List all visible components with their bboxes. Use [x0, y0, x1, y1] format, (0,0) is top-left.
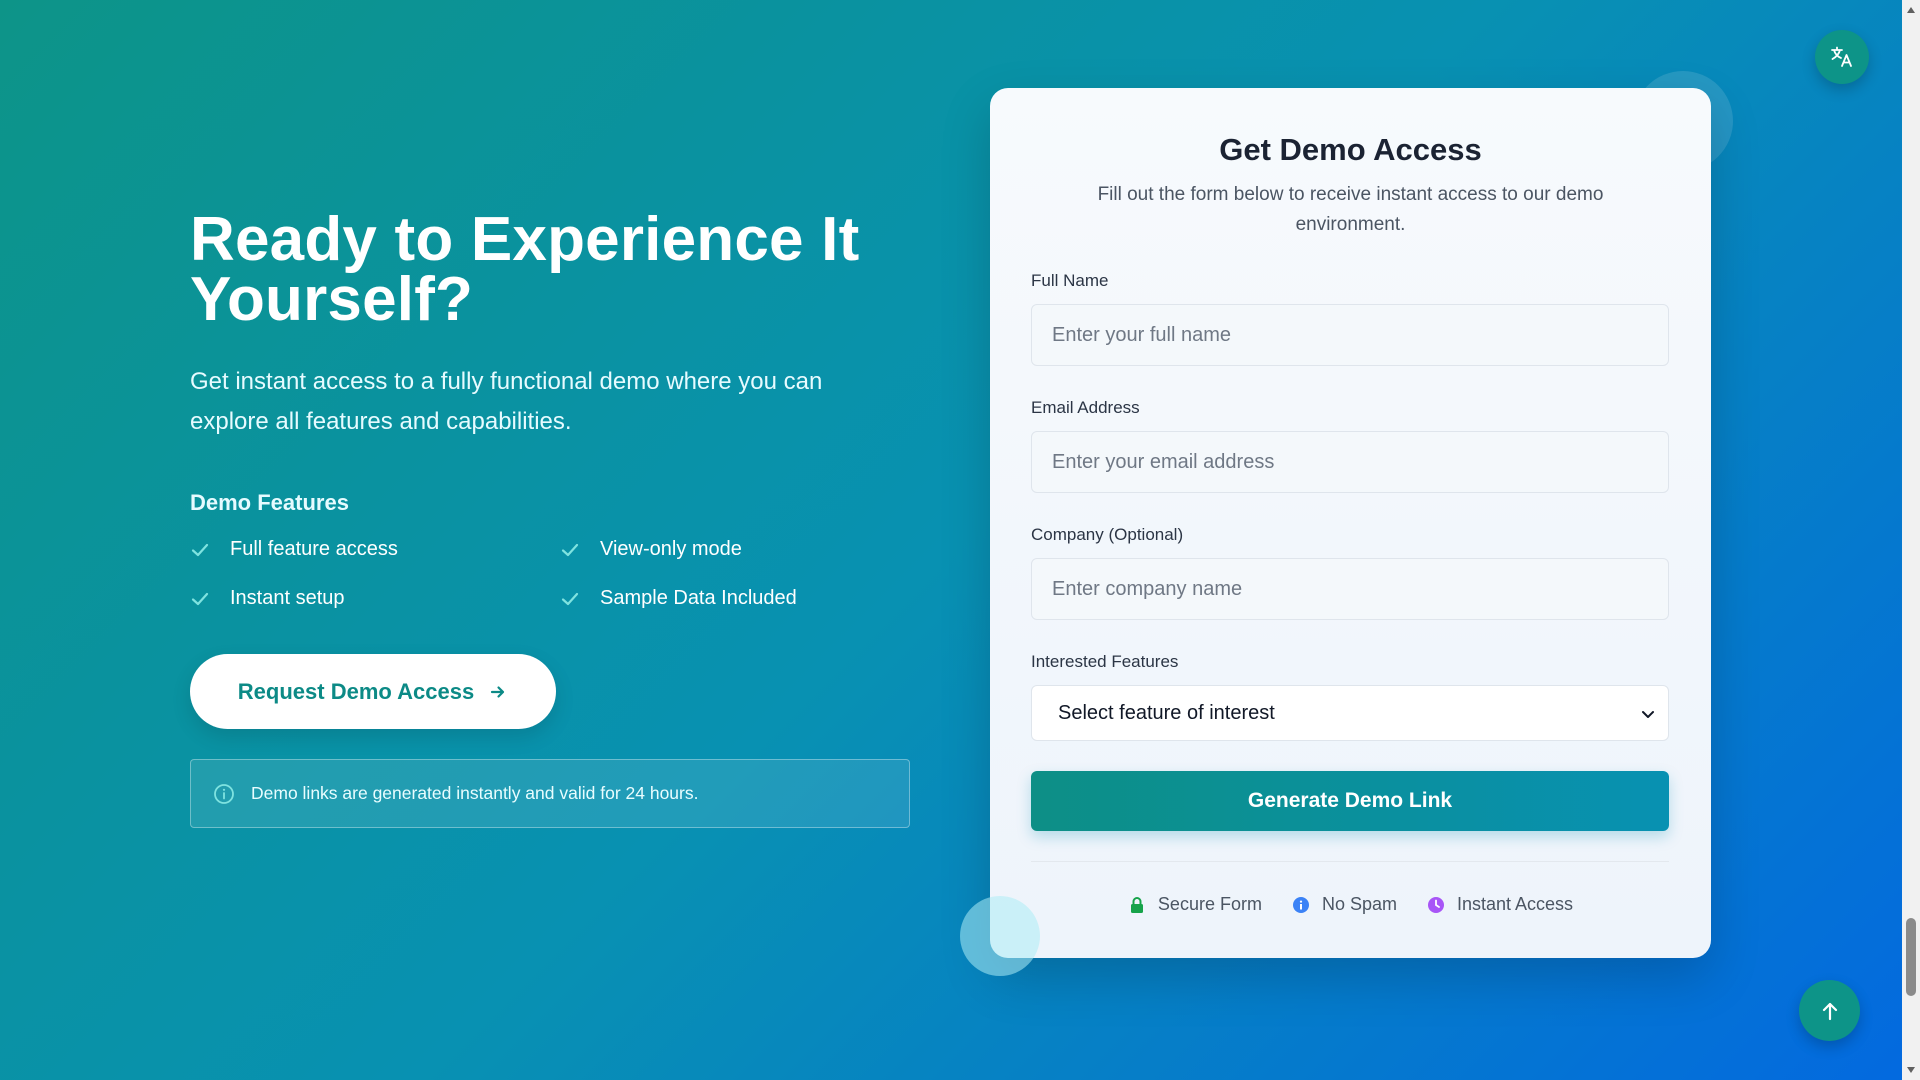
check-icon [191, 543, 209, 556]
feature-item: View-only mode [560, 538, 890, 561]
translate-button[interactable] [1815, 30, 1869, 84]
badge-instant-access: Instant Access [1427, 894, 1573, 915]
chevron-down-icon [1642, 711, 1654, 718]
hero-section: Ready to Experience It Yourself? Get ins… [190, 205, 910, 828]
badge-label: Secure Form [1157, 894, 1262, 914]
full-name-label: Full Name [1031, 271, 1109, 290]
info-icon [1292, 896, 1309, 913]
request-demo-label: Request Demo Access [237, 678, 475, 704]
badge-label: No Spam [1321, 894, 1397, 914]
decorative-circle [960, 896, 1040, 976]
trust-badges: Secure Form No Spam Instant Access [990, 894, 1711, 915]
feature-label: Sample Data Included [600, 587, 797, 609]
feature-item: Instant setup [190, 587, 560, 610]
arrow-right-icon [491, 685, 505, 698]
info-notice: Demo links are generated instantly and v… [190, 759, 910, 828]
badge-no-spam: No Spam [1292, 894, 1397, 915]
features-list: Full feature access View-only mode Insta… [190, 538, 910, 610]
lock-icon [1130, 896, 1143, 913]
feature-label: Instant setup [230, 587, 345, 609]
clock-icon [1428, 896, 1444, 913]
page-scrollbar[interactable] [1902, 0, 1920, 1080]
scrollbar-thumb[interactable] [1906, 918, 1916, 996]
check-icon [191, 592, 209, 605]
form-divider [1031, 861, 1669, 862]
request-demo-button[interactable]: Request Demo Access [190, 654, 556, 729]
features-select-value: Select feature of interest [1058, 701, 1275, 724]
hero-title: Ready to Experience It Yourself? [190, 205, 860, 334]
badge-secure-form: Secure Form [1128, 894, 1262, 915]
features-select-label: Interested Features [1031, 652, 1179, 671]
scroll-up-arrow-icon[interactable] [1906, 6, 1916, 14]
form-title: Get Demo Access [1219, 132, 1482, 167]
email-input[interactable] [1031, 431, 1669, 493]
hero-subtitle: Get instant access to a fully functional… [190, 368, 823, 435]
generate-demo-link-button[interactable]: Generate Demo Link [1031, 771, 1669, 831]
feature-item: Sample Data Included [560, 587, 890, 610]
feature-label: View-only mode [600, 538, 742, 560]
info-circle-icon [214, 783, 234, 804]
full-name-input[interactable] [1031, 304, 1669, 366]
check-icon [561, 543, 579, 556]
company-label: Company (Optional) [1031, 525, 1184, 544]
scroll-down-arrow-icon[interactable] [1906, 1066, 1916, 1074]
email-label: Email Address [1031, 398, 1140, 417]
arrow-up-icon [1822, 1002, 1837, 1020]
demo-form-card: Get Demo Access Fill out the form below … [990, 88, 1711, 958]
feature-label: Full feature access [230, 538, 398, 560]
info-text: Demo links are generated instantly and v… [251, 783, 699, 803]
form-subtitle: Fill out the form below to receive insta… [1097, 184, 1604, 235]
badge-label: Instant Access [1457, 894, 1574, 914]
scroll-to-top-button[interactable] [1799, 980, 1860, 1041]
translate-icon [1831, 46, 1852, 67]
features-select[interactable]: Select feature of interest [1031, 685, 1669, 741]
company-input[interactable] [1031, 558, 1669, 620]
check-icon [561, 592, 579, 605]
features-title: Demo Features [190, 490, 349, 515]
feature-item: Full feature access [190, 538, 560, 561]
